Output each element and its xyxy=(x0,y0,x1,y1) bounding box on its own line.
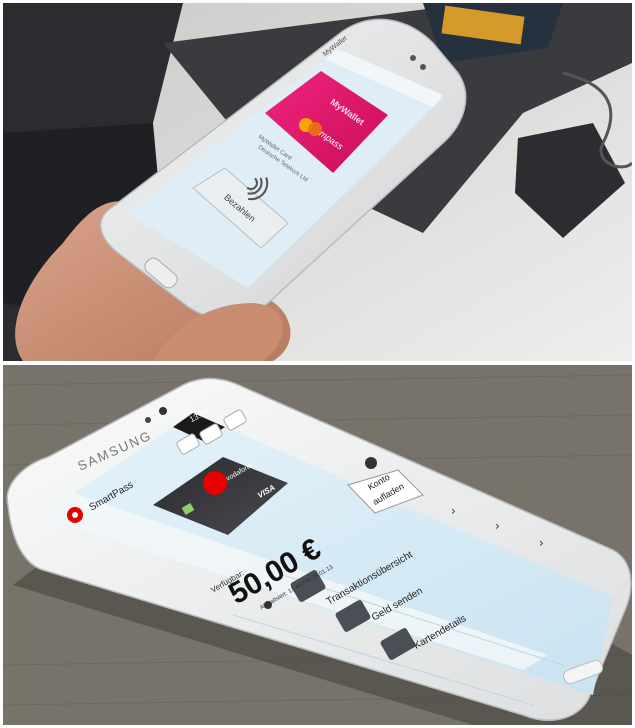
vodafone-logo-inner xyxy=(72,512,78,518)
photo-bottom: › › › SAMSUNG 13:44 SmartPass vodafone V… xyxy=(3,365,632,725)
proximity-sensor xyxy=(159,407,167,415)
info-icon[interactable] xyxy=(365,457,377,469)
speaker-dot xyxy=(410,55,416,61)
chevron-right-icon: › xyxy=(451,504,456,518)
top-scene xyxy=(3,3,632,361)
front-camera xyxy=(145,417,151,423)
speaker-dot xyxy=(420,64,426,70)
chevron-right-icon: › xyxy=(495,519,500,533)
chevron-right-icon: › xyxy=(539,536,544,550)
photo-top: MyWallet MyWallet mpass MyWallet Card De… xyxy=(3,3,632,361)
card-vodafone-mark xyxy=(203,471,227,495)
